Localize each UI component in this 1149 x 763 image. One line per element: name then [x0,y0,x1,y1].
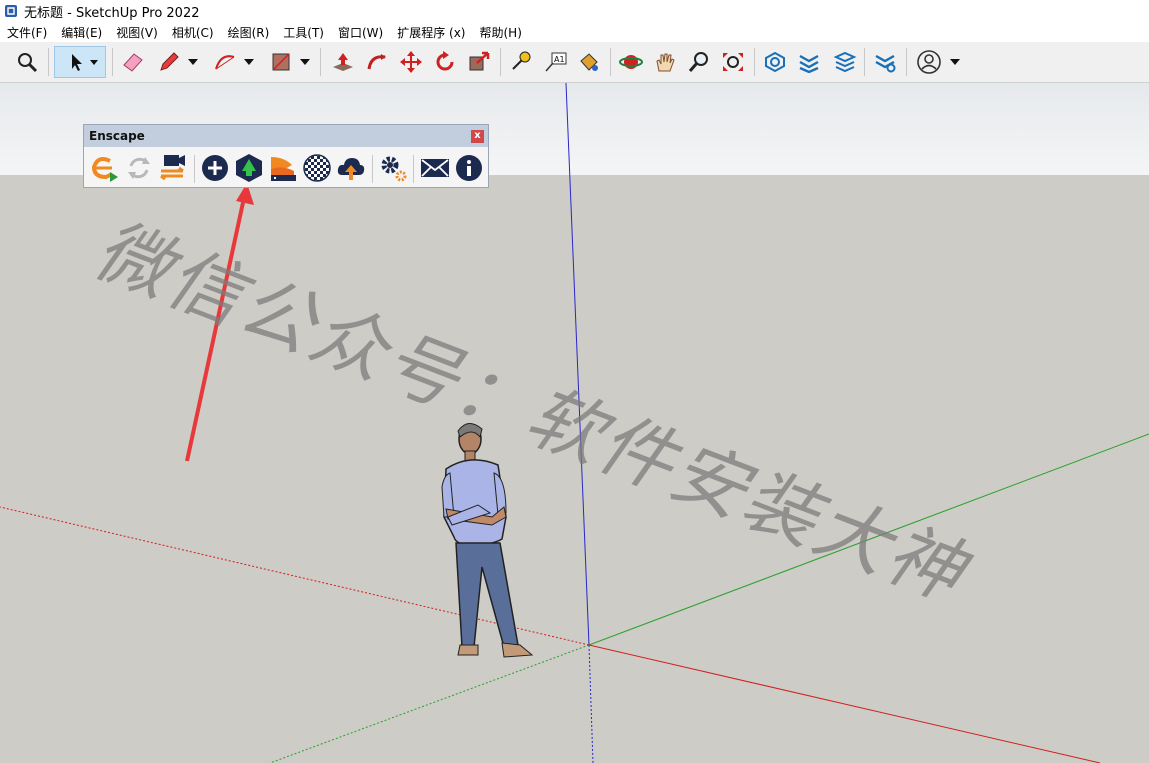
zoom-icon[interactable] [684,46,714,78]
menu-tools[interactable]: 工具(T) [276,24,331,41]
sandbox-icon[interactable] [760,46,790,78]
pencil-dropdown-chevron-down-icon[interactable] [186,46,200,78]
menu-camera[interactable]: 相机(C) [165,24,221,41]
select-tool-button[interactable] [54,46,106,78]
layers-icon[interactable] [794,46,824,78]
pencil-icon[interactable] [154,46,184,78]
menu-help[interactable]: 帮助(H) [472,24,528,41]
close-icon[interactable]: x [471,129,484,143]
rectangle-icon[interactable] [266,46,296,78]
menu-file[interactable]: 文件(F) [0,24,54,41]
arc-dropdown-chevron-down-icon[interactable] [242,46,256,78]
feedback-mail-icon[interactable] [419,152,451,184]
text-icon[interactable]: A1 [540,46,570,78]
menu-edit[interactable]: 编辑(E) [54,24,109,41]
menu-extensions[interactable]: 扩展程序 (x) [390,24,472,41]
orbit-icon[interactable] [616,46,646,78]
live-updates-icon[interactable] [123,152,155,184]
title-bar: 无标题 - SketchUp Pro 2022 [0,0,1149,22]
menu-bar: 文件(F) 编辑(E) 视图(V) 相机(C) 绘图(R) 工具(T) 窗口(W… [0,22,1149,42]
main-toolbar: A1 [0,42,1149,83]
material-editor-icon[interactable] [267,152,299,184]
search-icon[interactable] [12,46,42,78]
svg-text:A1: A1 [554,55,565,64]
enscape-toolbar: Enscape x [83,124,489,188]
zoom-extents-icon[interactable] [718,46,748,78]
menu-window[interactable]: 窗口(W) [331,24,390,41]
stack-icon[interactable] [830,46,860,78]
follow-me-icon[interactable] [362,46,392,78]
tape-measure-icon[interactable] [506,46,536,78]
account-icon[interactable] [914,46,944,78]
sketchup-app-icon [5,5,17,17]
enscape-start-icon[interactable] [89,152,121,184]
eraser-icon[interactable] [118,46,148,78]
video-editor-icon[interactable] [157,152,189,184]
rectangle-dropdown-chevron-down-icon[interactable] [298,46,312,78]
menu-view[interactable]: 视图(V) [109,24,165,41]
pan-icon[interactable] [650,46,680,78]
account-dropdown-chevron-down-icon[interactable] [948,46,962,78]
window-title: 无标题 - SketchUp Pro 2022 [24,5,200,21]
arc-icon[interactable] [210,46,240,78]
select-arrow-icon [72,54,98,71]
panorama-icon[interactable] [301,152,333,184]
about-icon[interactable] [453,152,485,184]
push-pull-icon[interactable] [328,46,358,78]
enscape-toolbar-header[interactable]: Enscape x [84,125,488,147]
paint-bucket-icon[interactable] [574,46,604,78]
cloud-upload-icon[interactable] [335,152,367,184]
scale-icon[interactable] [464,46,494,78]
asset-library-icon[interactable] [233,152,265,184]
enscape-toolbar-title: Enscape [89,129,145,143]
settings-icon[interactable] [377,152,409,184]
move-icon[interactable] [396,46,426,78]
rotate-icon[interactable] [430,46,460,78]
add-asset-icon[interactable] [199,152,231,184]
extension-icon[interactable] [870,46,900,78]
menu-draw[interactable]: 绘图(R) [221,24,277,41]
